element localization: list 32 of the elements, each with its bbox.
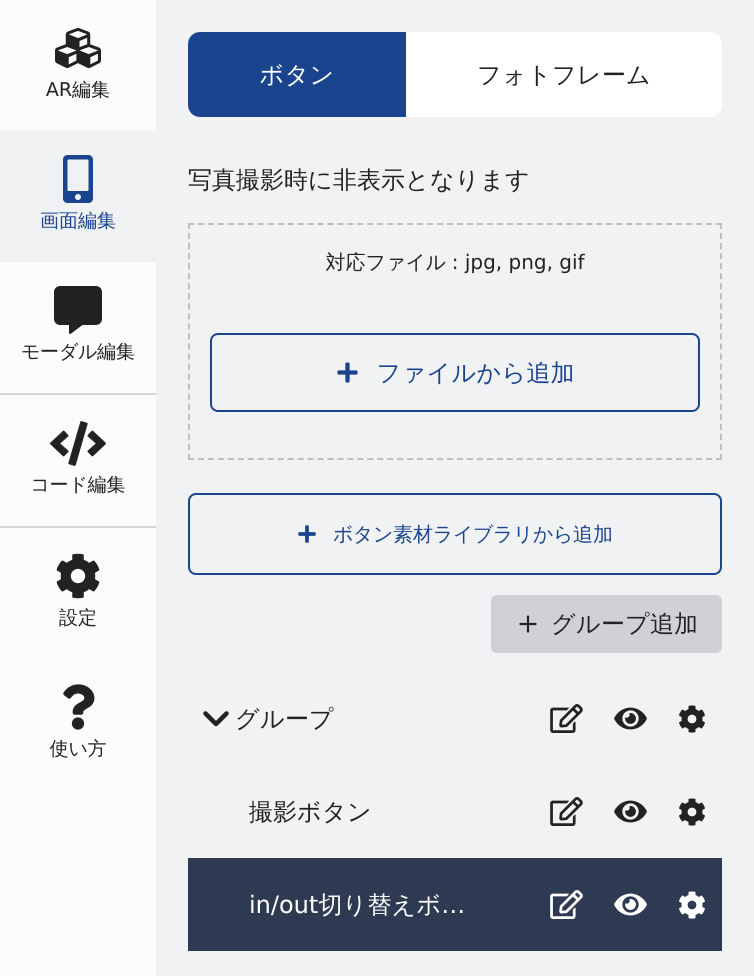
code-icon — [50, 420, 106, 466]
phone-icon — [63, 155, 93, 203]
edit-icon[interactable] — [550, 890, 583, 919]
sidebar-item[interactable]: 画面編集 — [0, 131, 156, 262]
sidebar-item[interactable]: 使い方 — [0, 659, 156, 790]
settings-icon — [55, 553, 101, 599]
tab[interactable]: フォトフレーム — [406, 32, 722, 117]
settings-icon[interactable] — [678, 704, 706, 732]
add-file-button[interactable]: ファイルから追加 — [210, 333, 700, 412]
sidebar-item[interactable]: AR編集 — [0, 0, 156, 131]
tree-item[interactable]: in/out切り替えボ… — [188, 858, 722, 951]
sidebar-item[interactable]: モーダル編集 — [0, 262, 156, 393]
add-group-button[interactable]: グループ追加 — [491, 595, 722, 653]
library-add-button[interactable]: ボタン素材ライブラリから追加 — [188, 493, 722, 575]
cubes-icon — [55, 25, 101, 71]
chevron-down-icon[interactable] — [203, 710, 229, 726]
plus-icon — [336, 361, 358, 384]
notice-text: 写真撮影時に非表示となります — [188, 165, 530, 196]
edit-icon[interactable] — [550, 797, 583, 826]
speech-bubble-icon — [54, 286, 102, 334]
tree-item[interactable]: 撮影ボタン — [188, 765, 722, 858]
settings-icon[interactable] — [678, 890, 706, 918]
tab[interactable]: ボタン — [188, 32, 406, 117]
plus-icon — [297, 524, 317, 544]
supported-formats-text: 対応ファイル : jpg, png, gif — [325, 249, 585, 276]
sidebar-item[interactable]: コード編集 — [0, 395, 156, 526]
tree-item[interactable]: グループ — [188, 672, 722, 765]
question-mark-icon — [61, 684, 95, 730]
edit-icon[interactable] — [550, 704, 583, 733]
sidebar-item[interactable]: 設定 — [0, 528, 156, 659]
settings-icon[interactable] — [678, 798, 706, 826]
upload-drop-zone[interactable]: 対応ファイル : jpg, png, gif ファイルから追加 — [188, 223, 722, 460]
